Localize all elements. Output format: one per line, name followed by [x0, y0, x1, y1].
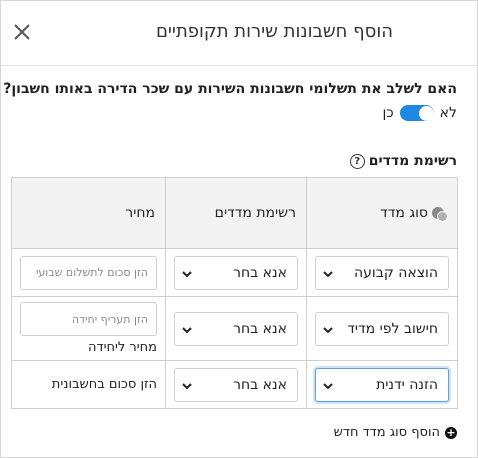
- dialog-header: הוסף חשבונות שירות תקופתיים: [1, 1, 477, 66]
- invoice-amount-text: הזן סכום בחשבונית: [51, 377, 157, 392]
- table-row: הזנה ידנית אנא בחר הזן סכום בחשבונית: [11, 360, 458, 409]
- toggle-knob: [418, 106, 434, 121]
- meter-list-select[interactable]: אנא בחר: [174, 255, 298, 290]
- chevron-down-icon: [323, 382, 333, 389]
- meters-section-label: רשימת מדדים ?: [349, 153, 457, 169]
- meters-table: סוג מדד רשימת מדדים מחיר הוצאה קבועה אנא…: [11, 177, 458, 409]
- add-meter-type-link[interactable]: + הוסף סוג מדד חדש: [334, 425, 457, 440]
- toggle-no-label: לא: [439, 105, 457, 121]
- unit-price-label: מחיר ליחידה: [88, 340, 157, 355]
- meter-list-select[interactable]: אנא בחר: [174, 367, 298, 402]
- close-icon[interactable]: [13, 23, 31, 41]
- meter-type-select[interactable]: הוצאה קבועה: [315, 255, 449, 290]
- dialog-title: הוסף חשבונות שירות תקופתיים: [155, 21, 393, 42]
- chevron-down-icon: [323, 270, 333, 277]
- weekly-amount-input[interactable]: [20, 255, 157, 290]
- meter-type-select[interactable]: הזנה ידנית: [315, 367, 449, 402]
- table-row: חישוב לפי מדיד אנא בחר מחיר ליחידה: [11, 296, 458, 361]
- meter-list-value: אנא בחר: [233, 320, 287, 337]
- combine-question-text: האם לשלב את תשלומי חשבונות השירות עם שכר…: [3, 81, 457, 97]
- column-header-price-label: מחיר: [125, 205, 155, 221]
- chevron-down-icon: [182, 382, 192, 389]
- column-header-type: סוג מדד: [306, 177, 458, 249]
- chevron-down-icon: [323, 326, 333, 333]
- combine-toggle[interactable]: [399, 105, 434, 121]
- plus-circle-icon: +: [445, 425, 457, 439]
- chevron-down-icon: [182, 326, 192, 333]
- unit-rate-input[interactable]: [20, 302, 157, 336]
- table-row: הוצאה קבועה אנא בחר: [11, 248, 458, 297]
- meter-type-value: חישוב לפי מדיד: [347, 320, 438, 337]
- meter-list-value: אנא בחר: [233, 376, 287, 393]
- coins-icon: [432, 206, 448, 222]
- column-header-list: רשימת מדדים: [165, 177, 307, 249]
- combine-question: האם לשלב את תשלומי חשבונות השירות עם שכר…: [0, 81, 457, 97]
- add-meter-type-label: הוסף סוג מדד חדש: [333, 425, 440, 440]
- toggle-yes-label: כן: [382, 105, 394, 121]
- help-icon[interactable]: ?: [349, 153, 365, 169]
- meter-type-value: הזנה ידנית: [376, 376, 438, 393]
- combine-toggle-row: לא כן: [382, 105, 457, 121]
- column-header-type-label: סוג מדד: [380, 205, 428, 221]
- meter-type-value: הוצאה קבועה: [354, 264, 438, 281]
- dialog: הוסף חשבונות שירות תקופתיים האם לשלב את …: [0, 0, 478, 458]
- column-header-price: מחיר: [11, 177, 166, 249]
- meter-list-select[interactable]: אנא בחר: [174, 311, 298, 346]
- meter-type-select[interactable]: חישוב לפי מדיד: [315, 311, 449, 346]
- chevron-down-icon: [182, 270, 192, 277]
- meters-section-title: רשימת מדדים: [368, 153, 457, 169]
- meter-list-value: אנא בחר: [233, 264, 287, 281]
- column-header-list-label: רשימת מדדים: [214, 205, 296, 221]
